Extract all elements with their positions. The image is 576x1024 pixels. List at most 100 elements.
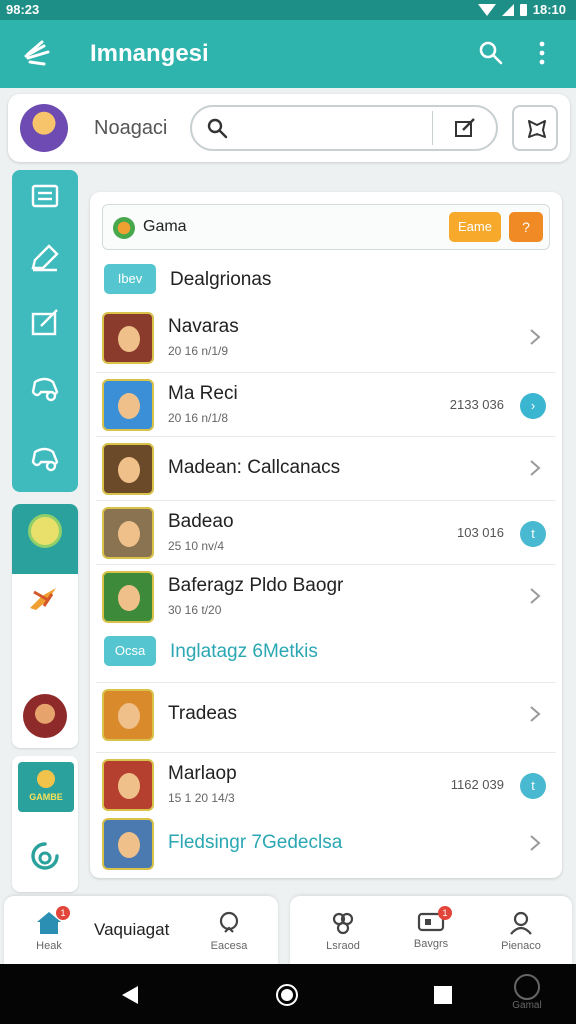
profile-icon [510, 911, 532, 935]
bottom-title: Vaquiagat [94, 920, 170, 939]
chevron-right-icon [530, 588, 541, 604]
group-icon [332, 912, 354, 935]
game-thumbnail [102, 818, 154, 870]
list-item[interactable]: Marlaop 15 1 20 14/3 1162 039 t [96, 752, 556, 816]
refresh-icon[interactable] [29, 840, 61, 872]
pin-button[interactable] [512, 105, 558, 151]
game-title: Madean: Callcanacs [168, 457, 341, 478]
game-title: Navaras [168, 316, 239, 337]
game-title: Marlaop [168, 763, 237, 784]
game-badge[interactable]: GAMBE [18, 762, 74, 812]
game-thumbnail [102, 689, 154, 741]
chevron-right-icon [530, 329, 541, 345]
game-title: Ma Reci [168, 383, 238, 404]
signal-icon [501, 3, 514, 16]
game-subtitle: 30 16 t/20 [168, 603, 222, 617]
home-button-icon[interactable] [276, 984, 298, 1006]
game-title: Baferagz Pldo Baogr [168, 575, 344, 596]
list-item[interactable]: Fledsingr 7Gedeclsa [96, 812, 556, 876]
back-icon[interactable] [122, 986, 138, 1004]
game-subtitle: 20 16 n/1/9 [168, 344, 229, 358]
section-tag[interactable]: Ibev [104, 264, 156, 294]
player-avatar[interactable] [23, 694, 67, 738]
app-bar: Imnangesi [0, 20, 576, 88]
battery-icon [519, 3, 527, 16]
list-icon[interactable] [29, 180, 61, 212]
plane-icon[interactable] [26, 584, 64, 612]
game-subtitle: 25 10 nv/4 [168, 539, 225, 553]
game-icon [113, 217, 135, 239]
nav-label: Lsraod [326, 940, 360, 952]
list-item[interactable]: Ma Reci 20 16 n/1/8 2133 036 › [96, 372, 556, 436]
game-score: 2133 036 [449, 397, 504, 412]
game-help-button[interactable]: ? [509, 212, 543, 242]
game-subtitle: 20 16 n/1/8 [168, 411, 229, 425]
search-icon [207, 118, 228, 139]
game-thumbnail [102, 507, 154, 559]
list-item[interactable]: Badeao 25 10 nv/4 103 016 t [96, 500, 556, 564]
edit-icon[interactable] [454, 117, 476, 139]
search-icon [219, 911, 239, 933]
game-score: 103 016 [457, 525, 504, 540]
side-rail-bottom: GAMBE [12, 756, 78, 892]
list-item[interactable]: Madean: Callcanacs [96, 436, 556, 500]
list-item[interactable]: Navaras 20 16 n/1/9 [96, 306, 556, 370]
section-title[interactable]: Inglatagz 6Metkis [170, 641, 318, 663]
nav-groups[interactable]: Lsraod [308, 906, 378, 962]
coin-icon [28, 514, 62, 548]
nav-label: Bavgrs [413, 938, 449, 950]
watermark: Gamal [504, 974, 550, 1016]
profile-search-card: Noagaci [8, 94, 570, 162]
game-title: Tradeas [168, 703, 237, 724]
bottom-nav-right: Lsraod 1 Bavgrs Pienaco [290, 896, 572, 966]
game-title: Badeao [168, 511, 234, 532]
gamepad-icon[interactable] [29, 372, 61, 404]
watermark-icon [514, 974, 540, 1000]
info-icon[interactable]: t [520, 521, 546, 547]
controller-icon[interactable] [29, 442, 61, 474]
search-divider [432, 111, 433, 145]
game-button[interactable]: Eame [449, 212, 501, 242]
nav-search[interactable]: Eacesa [194, 906, 264, 962]
game-bar-label: Gama [143, 218, 187, 235]
game-thumbnail [102, 379, 154, 431]
profile-name: Noagaci [94, 117, 168, 139]
chevron-right-icon [530, 835, 541, 851]
bottom-nav-left: 1 Heak Vaquiagat Eacesa [4, 896, 278, 966]
status-bar: 98:23 18:10 [0, 0, 576, 20]
search-icon[interactable] [478, 40, 504, 66]
search-input[interactable] [190, 105, 498, 151]
game-thumbnail [102, 759, 154, 811]
status-time: 98:23 [6, 2, 40, 17]
game-filter-bar: Gama Eame ? [102, 204, 550, 250]
avatar[interactable] [20, 104, 68, 152]
watermark-label: Gamal [512, 1000, 542, 1011]
game-thumbnail [102, 443, 154, 495]
game-score: 1162 039 [450, 777, 504, 792]
info-icon[interactable]: t [520, 773, 546, 799]
side-rail [12, 170, 78, 492]
app-logo-icon[interactable] [22, 38, 56, 70]
coin-tab[interactable] [12, 504, 78, 574]
recent-apps-icon[interactable] [434, 986, 452, 1004]
more-vert-icon[interactable] [531, 40, 553, 66]
notification-badge: 1 [438, 906, 452, 920]
app-title: Imnangesi [90, 40, 209, 67]
wifi-icon [477, 3, 496, 16]
nav-label: Heak [36, 940, 62, 952]
arrow-right-icon[interactable]: › [520, 393, 546, 419]
list-item[interactable]: Tradeas [96, 682, 556, 746]
edit-box-icon[interactable] [29, 306, 61, 338]
nav-label: Eacesa [210, 940, 248, 952]
pencil-icon[interactable] [29, 242, 61, 274]
nav-games[interactable]: 1 Bavgrs [396, 906, 466, 962]
section-title: Dealgrionas [170, 269, 272, 290]
nav-home[interactable]: 1 Heak [14, 906, 84, 962]
status-icons: 18:10 [477, 2, 566, 17]
section-tag[interactable]: Ocsa [104, 636, 156, 666]
notification-badge: 1 [56, 906, 70, 920]
nav-label: Pienaco [501, 940, 541, 952]
list-item[interactable]: Baferagz Pldo Baogr 30 16 t/20 [96, 564, 556, 628]
nav-profile[interactable]: Pienaco [486, 906, 556, 962]
game-thumbnail [102, 571, 154, 623]
